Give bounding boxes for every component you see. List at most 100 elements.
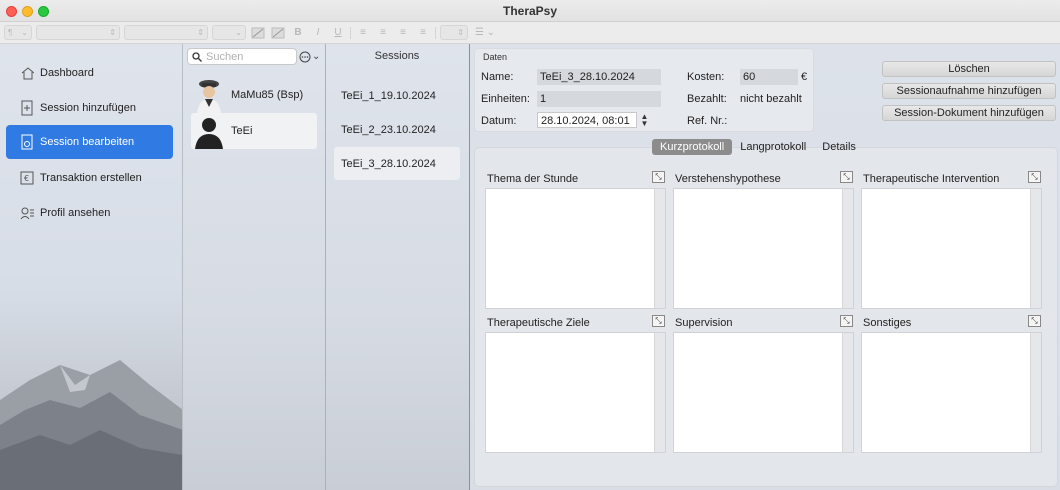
align-left-button[interactable]: ≡ [355, 25, 371, 40]
search-field[interactable] [187, 48, 297, 65]
tab-langprotokoll[interactable]: Langprotokoll [732, 139, 814, 155]
name-label: Name: [481, 71, 514, 83]
patient-item-teei[interactable]: TeEi [191, 113, 317, 149]
thema-textarea[interactable] [485, 188, 666, 309]
einheiten-field[interactable]: 1 [537, 91, 661, 107]
datum-field[interactable]: 28.10.2024, 08:01 [537, 112, 637, 128]
card-title-supervision: Supervision [675, 317, 733, 329]
edit-document-icon [20, 134, 34, 150]
underline-button[interactable]: U [330, 25, 346, 40]
add-session-document-button[interactable]: Session-Dokument hinzufügen [882, 105, 1056, 121]
scrollbar[interactable] [842, 189, 853, 308]
divider [350, 26, 351, 39]
paragraph-style-select[interactable]: ¶ ⌄ [4, 25, 32, 40]
delete-button[interactable]: Löschen [882, 61, 1056, 77]
name-field[interactable]: TeEi_3_28.10.2024 [537, 69, 661, 85]
house-icon [20, 66, 34, 80]
font-size-select[interactable]: ⌄ [212, 25, 246, 40]
list-icon: ☰ ⌄ [474, 27, 496, 38]
stepper-down-icon: ▼ [640, 119, 649, 128]
sonstiges-textarea[interactable] [861, 332, 1042, 453]
tab-bar: Kurzprotokoll Langprotokoll Details [652, 139, 864, 155]
italic-button[interactable]: I [310, 25, 326, 40]
chevron-updown-icon: ⇕ [457, 28, 464, 37]
ellipsis-circle-icon [299, 51, 311, 62]
sidebar-item-label: Transaktion erstellen [40, 172, 142, 184]
datum-stepper[interactable]: ▲ ▼ [640, 113, 649, 128]
session-item-selected[interactable]: TeEi_3_28.10.2024 [334, 147, 460, 180]
window-title: TheraPsy [502, 4, 558, 18]
svg-text:€: € [24, 174, 29, 183]
expand-icon: ⤡ [843, 172, 850, 181]
align-center-icon: ≡ [380, 27, 386, 38]
tab-kurzprotokoll[interactable]: Kurzprotokoll [652, 139, 733, 155]
align-center-button[interactable]: ≡ [375, 25, 391, 40]
scrollbar[interactable] [1030, 189, 1041, 308]
patient-item-mamu85[interactable]: MaMu85 (Bsp) [191, 77, 317, 113]
card-title-intervention: Therapeutische Intervention [863, 173, 1000, 185]
sidebar-item-dashboard[interactable]: Dashboard [6, 56, 173, 90]
align-right-button[interactable]: ≡ [395, 25, 411, 40]
session-name: TeEi_1_19.10.2024 [341, 89, 436, 102]
daten-title: Daten [483, 52, 508, 62]
sidebar-item-label: Dashboard [40, 67, 94, 79]
supervision-textarea[interactable] [673, 332, 854, 453]
font-family-select[interactable]: ⇕ [36, 25, 120, 40]
chevron-updown-icon: ⇕ [109, 28, 116, 37]
expand-button[interactable]: ⤡ [1028, 315, 1041, 327]
text-color-button[interactable] [250, 25, 266, 40]
card-title-verstehenshypothese: Verstehenshypothese [675, 173, 781, 185]
sidebar-item-profil-ansehen[interactable]: Profil ansehen [6, 196, 173, 230]
scrollbar[interactable] [1030, 333, 1041, 452]
color-swatch-icon [251, 27, 265, 38]
expand-button[interactable]: ⤡ [840, 171, 853, 183]
session-name: TeEi_3_28.10.2024 [341, 157, 436, 170]
more-options-button[interactable]: ⌄ [299, 49, 323, 64]
session-item[interactable]: TeEi_2_23.10.2024 [334, 113, 460, 146]
list-style-button[interactable]: ☰ ⌄ [472, 25, 498, 40]
scrollbar[interactable] [842, 333, 853, 452]
search-icon [192, 51, 202, 62]
line-spacing-select[interactable]: ⇕ [440, 25, 468, 40]
font-style-select[interactable]: ⇕ [124, 25, 208, 40]
highlight-color-button[interactable] [270, 25, 286, 40]
scrollbar[interactable] [654, 333, 665, 452]
tab-details[interactable]: Details [814, 139, 864, 155]
sessions-header: Sessions [374, 50, 420, 62]
session-item[interactable]: TeEi_1_19.10.2024 [334, 79, 460, 112]
sidebar-item-session-hinzufuegen[interactable]: Session hinzufügen [6, 91, 173, 125]
expand-button[interactable]: ⤡ [652, 315, 665, 327]
chevron-down-icon: ⌄ [21, 28, 28, 37]
session-list-panel: Sessions TeEi_1_19.10.2024 TeEi_2_23.10.… [326, 44, 470, 490]
expand-icon: ⤡ [843, 316, 850, 325]
chevron-down-icon: ⌄ [312, 51, 321, 62]
bezahlt-value: nicht bezahlt [740, 93, 802, 105]
card-title-ziele: Therapeutische Ziele [487, 317, 590, 329]
sidebar-item-session-bearbeiten[interactable]: Session bearbeiten [6, 125, 173, 159]
expand-button[interactable]: ⤡ [1028, 171, 1041, 183]
refnr-label: Ref. Nr.: [687, 115, 728, 127]
sidebar-item-transaktion-erstellen[interactable]: € Transaktion erstellen [6, 161, 173, 195]
person-avatar-icon [197, 80, 221, 113]
color-swatch-icon [271, 27, 285, 38]
ziele-textarea[interactable] [485, 332, 666, 453]
bold-button[interactable]: B [290, 25, 306, 40]
expand-button[interactable]: ⤡ [840, 315, 853, 327]
align-left-icon: ≡ [360, 27, 366, 38]
intervention-textarea[interactable] [861, 188, 1042, 309]
card-title-sonstiges: Sonstiges [863, 317, 912, 329]
expand-icon: ⤡ [1031, 172, 1038, 181]
justify-button[interactable]: ≡ [415, 25, 431, 40]
verstehenshypothese-textarea[interactable] [673, 188, 854, 309]
kosten-label: Kosten: [687, 71, 725, 83]
add-session-recording-button[interactable]: Sessionaufnahme hinzufügen [882, 83, 1056, 99]
scrollbar[interactable] [654, 189, 665, 308]
search-input[interactable] [206, 50, 294, 63]
align-right-icon: ≡ [400, 27, 406, 38]
kosten-field[interactable]: 60 [740, 69, 798, 85]
expand-icon: ⤡ [1031, 316, 1038, 325]
euro-icon: € [20, 171, 34, 185]
expand-button[interactable]: ⤡ [652, 171, 665, 183]
patient-name: TeEi [231, 125, 253, 137]
sidebar: Dashboard Session hinzufügen Session bea… [0, 44, 183, 490]
